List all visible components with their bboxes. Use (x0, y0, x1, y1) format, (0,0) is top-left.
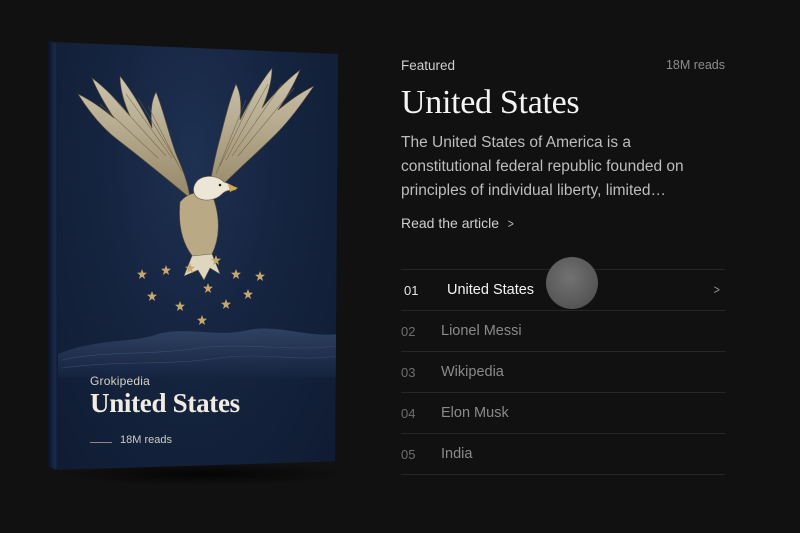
trending-list: 01 United States >02 Lionel Messi 03 Wikipedi… (401, 269, 725, 475)
featured-label: Featured (401, 57, 456, 73)
list-item-number: 01 (404, 282, 419, 298)
list-item-number: 03 (401, 364, 416, 380)
list-item-number: 02 (401, 323, 416, 339)
book-spine (48, 40, 58, 470)
read-article-label: Read the article (401, 215, 500, 232)
list-item-label: Lionel Messi (441, 323, 522, 339)
book-title: United States (90, 388, 240, 418)
list-item-number: 05 (401, 446, 416, 462)
reads-count: 18M reads (665, 58, 725, 72)
list-item-number: 04 (401, 405, 416, 421)
book-reads: 18M reads (120, 434, 172, 446)
featured-description: The United States of America is a consti… (401, 134, 684, 200)
list-item-label: India (441, 446, 473, 462)
book-brand: Grokipedia (90, 374, 151, 388)
book-reads-divider (90, 442, 112, 443)
featured-panel: Featured 18M reads United States The Uni… (401, 56, 725, 233)
list-item[interactable]: 04 Elon Musk (401, 393, 725, 434)
list-item[interactable]: 03 Wikipedia (401, 352, 725, 393)
read-article-link[interactable]: Read the article > (401, 215, 515, 231)
list-item-label: United States (447, 282, 535, 298)
chevron-right-icon: > (714, 282, 721, 297)
list-item-label: Wikipedia (441, 364, 504, 380)
list-item[interactable]: 05 India (401, 434, 725, 475)
list-item[interactable]: 02 Lionel Messi (401, 311, 725, 352)
page: Grokipedia United States 18M reads Featu… (0, 0, 800, 533)
book-cover[interactable]: Grokipedia United States 18M reads (48, 42, 338, 470)
featured-title: United States (401, 84, 580, 121)
chevron-right-icon: > (507, 215, 514, 231)
featured-header: Featured 18M reads (401, 56, 725, 74)
list-item-label: Elon Musk (441, 405, 509, 421)
list-item[interactable]: 01 United States > (401, 270, 725, 311)
